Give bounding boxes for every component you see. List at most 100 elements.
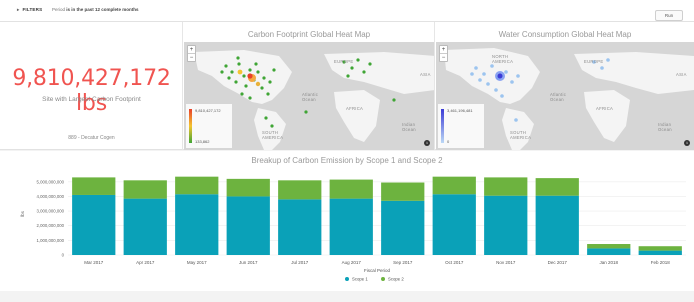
- map-label-asia: ASIA: [420, 72, 431, 77]
- water-legend-max: 3,461,196,481: [447, 108, 473, 113]
- scope2-bar: [381, 182, 425, 201]
- legend-swatch: [381, 277, 385, 281]
- scope1-bar: [381, 200, 425, 255]
- water-hotspots: [495, 71, 505, 81]
- carbon-legend-gradient: [189, 109, 192, 143]
- water-map[interactable]: + − NORTH AMERICA EUROPE ASIA AFRICA SOU…: [436, 42, 694, 150]
- map-label-europe: EUROPE: [584, 59, 604, 64]
- top-row: 9,810,427,172 lbs Site with Largest Carb…: [0, 22, 694, 150]
- x-tick-label: Oct 2017: [445, 260, 464, 265]
- x-tick-label: Jun 2017: [239, 260, 258, 265]
- scope1-bar: [226, 196, 270, 255]
- scope2-bar: [432, 176, 476, 195]
- y-tick-label: 5,000,000,000: [37, 179, 65, 184]
- carbon-legend: 9,810,427,172 133,862: [186, 104, 232, 148]
- zoom-out-button[interactable]: −: [188, 54, 195, 62]
- map-label-asia: ASIA: [676, 72, 687, 77]
- carbon-map-title: Carbon Footprint Global Heat Map: [247, 30, 371, 39]
- scope1-bar: [638, 250, 682, 255]
- map-label-africa: AFRICA: [346, 106, 364, 111]
- x-tick-label: Jul 2017: [291, 260, 309, 265]
- x-tick-label: Jan 2018: [599, 260, 618, 265]
- legend-label: Scope 2: [388, 277, 404, 282]
- map-label-south-america: SOUTH AMERICA: [262, 130, 284, 140]
- filter-field-name: Period: [52, 7, 66, 12]
- zoom-in-button[interactable]: +: [188, 46, 195, 54]
- scope2-bar: [123, 180, 167, 199]
- kpi-site-name: 889 - Decatur Cogen: [68, 135, 115, 141]
- carbon-legend-min: 133,862: [195, 139, 210, 144]
- scope1-bar: [329, 198, 373, 255]
- run-button[interactable]: Run: [655, 10, 683, 21]
- info-icon[interactable]: i: [684, 140, 690, 146]
- scope1-bar: [432, 194, 476, 255]
- y-axis-label: lbs: [20, 210, 25, 217]
- map-label-atlantic: Atlantic Ocean: [302, 92, 319, 102]
- scope2-bar: [329, 179, 373, 199]
- x-tick-label: Aug 2017: [342, 260, 362, 265]
- filter-field-value: is in the past 12 complete months: [66, 7, 139, 12]
- carbon-map[interactable]: + − EUROPE ASIA AFRICA SOUTH AMERICA Atl…: [184, 42, 434, 150]
- water-legend: 3,461,196,481 0: [438, 104, 484, 148]
- map-label-indian: Indian Ocean: [402, 122, 416, 132]
- scope2-bar: [638, 246, 682, 251]
- filter-summary[interactable]: Period is in the past 12 complete months: [52, 7, 139, 12]
- map-label-north-america: NORTH AMERICA: [492, 54, 514, 64]
- x-tick-label: May 2017: [187, 260, 207, 265]
- zoom-out-button[interactable]: −: [440, 54, 447, 62]
- caret-right-icon: ▸: [17, 7, 20, 12]
- scope1-bar: [535, 195, 579, 255]
- scope1-bar: [123, 198, 167, 255]
- scope2-bar: [72, 177, 116, 195]
- scope-chart-card: Breakup of Carbon Emission by Scope 1 an…: [0, 151, 694, 291]
- x-tick-label: Mar 2017: [84, 260, 104, 265]
- map-label-indian: Indian Ocean: [658, 122, 672, 132]
- water-legend-gradient: [441, 109, 444, 143]
- water-legend-min: 0: [447, 139, 450, 144]
- x-tick-label: Feb 2018: [651, 260, 671, 265]
- legend-label: Scope 1: [352, 277, 368, 282]
- carbon-zoom-control: + −: [187, 45, 196, 62]
- scope1-bar: [72, 194, 116, 255]
- footer-strip: [0, 291, 694, 302]
- scope2-bar: [175, 176, 219, 195]
- water-zoom-control: + −: [439, 45, 448, 62]
- scope2-bar: [278, 180, 322, 200]
- scope1-bar: [587, 248, 631, 255]
- scope1-bar: [484, 195, 528, 255]
- zoom-in-button[interactable]: +: [440, 46, 447, 54]
- filters-toggle[interactable]: ▸ FILTERS: [17, 7, 42, 13]
- scope2-bar: [535, 178, 579, 196]
- x-tick-label: Nov 2017: [496, 260, 516, 265]
- scope-bar-chart: 0 1,000,000,000 2,000,000,000 3,000,000,000…: [20, 176, 686, 282]
- y-tick-label: 3,000,000,000: [37, 209, 65, 214]
- carbon-map-card: Carbon Footprint Global Heat Map + − EUR…: [184, 22, 435, 150]
- x-axis-label: Fiscal Period: [364, 268, 391, 273]
- dashboard: ▸ FILTERS Period is in the past 12 comple…: [0, 0, 694, 302]
- scope2-bar: [484, 177, 528, 196]
- map-label-south-america: SOUTH AMERICA: [510, 130, 532, 140]
- kpi-subtitle: Site with Largest Carbon Footprint: [42, 96, 141, 103]
- map-label-atlantic: Atlantic Ocean: [550, 92, 567, 102]
- scope1-bar: [278, 199, 322, 255]
- info-icon[interactable]: i: [424, 140, 430, 146]
- filters-label: FILTERS: [22, 7, 43, 12]
- water-map-title: Water Consumption Global Heat Map: [498, 30, 632, 39]
- x-tick-label: Apr 2017: [136, 260, 155, 265]
- scope2-bar: [226, 178, 270, 197]
- scope2-bar: [587, 244, 631, 249]
- water-map-card: Water Consumption Global Heat Map + − NO…: [436, 22, 694, 150]
- map-label-africa: AFRICA: [596, 106, 614, 111]
- scope1-bar: [175, 194, 219, 255]
- filter-bar: ▸ FILTERS Period is in the past 12 comple…: [0, 0, 694, 22]
- kpi-value: 9,810,427,172 lbs: [12, 66, 171, 116]
- legend-swatch: [345, 277, 349, 281]
- x-tick-label: Sep 2017: [393, 260, 413, 265]
- kpi-tile: 9,810,427,172 lbs Site with Largest Carb…: [0, 22, 183, 150]
- carbon-legend-max: 9,810,427,172: [195, 108, 221, 113]
- y-tick-label: 2,000,000,000: [37, 223, 65, 228]
- y-tick-label: 1,000,000,000: [37, 238, 65, 243]
- y-tick-label: 0: [62, 253, 65, 258]
- y-tick-label: 4,000,000,000: [37, 194, 65, 199]
- x-tick-label: Dec 2017: [548, 260, 568, 265]
